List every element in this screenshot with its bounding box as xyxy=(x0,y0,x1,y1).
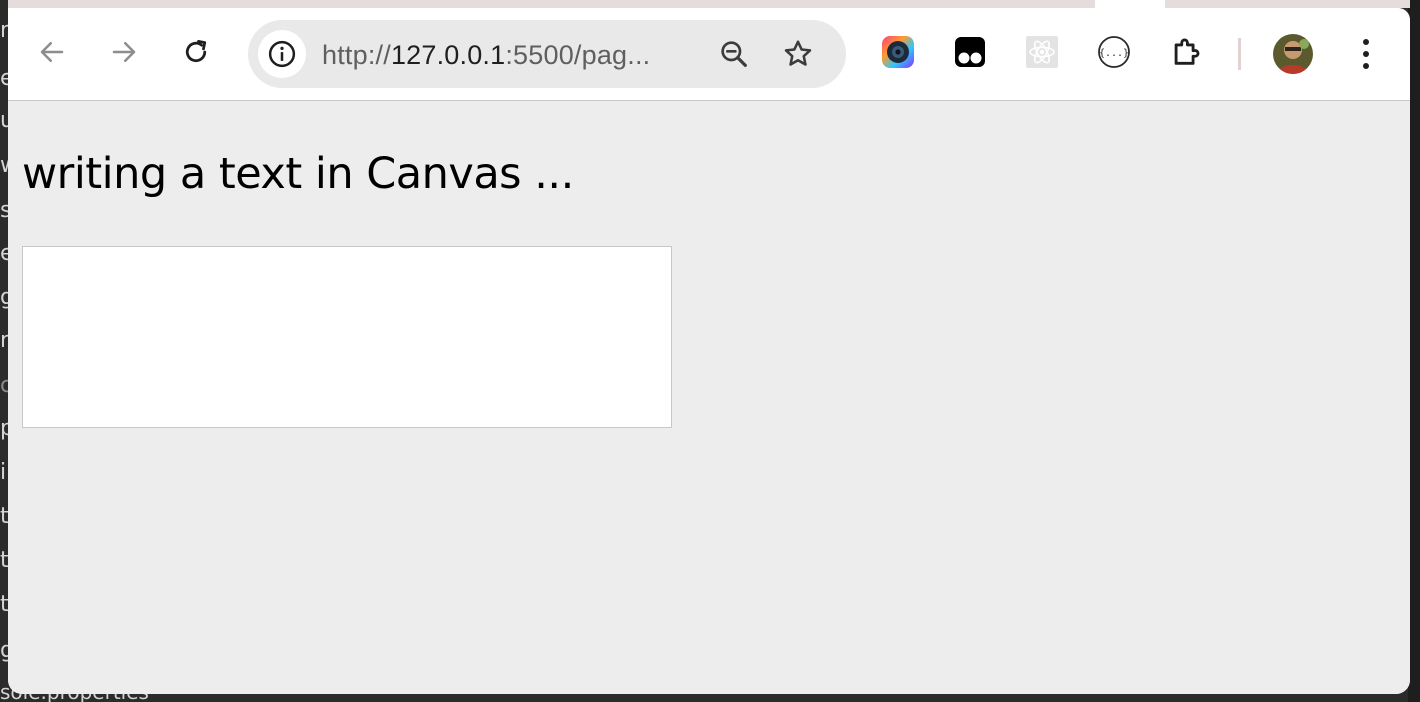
reload-icon xyxy=(185,40,207,63)
zoom-out-icon xyxy=(721,41,747,67)
bg-glyph: t xyxy=(0,550,8,572)
arrow-left-icon xyxy=(40,42,64,62)
extensions-button[interactable] xyxy=(1168,34,1204,70)
url-rest: :5500/pag... xyxy=(505,40,651,70)
bg-glyph: e xyxy=(0,243,8,265)
info-icon xyxy=(268,40,296,68)
bg-glyph: u xyxy=(0,110,8,132)
site-info-button[interactable] xyxy=(258,30,306,78)
profile-avatar-button[interactable] xyxy=(1273,34,1313,74)
page-content: writing a text in Canvas ... xyxy=(8,101,1410,694)
bg-glyph: ri xyxy=(0,330,8,352)
tampermonkey-button[interactable] xyxy=(952,34,988,70)
bg-glyph: p xyxy=(0,418,8,440)
bookmark-button[interactable] xyxy=(778,34,818,74)
zoom-button[interactable] xyxy=(714,34,754,74)
star-icon xyxy=(784,40,812,66)
text-canvas[interactable] xyxy=(22,246,672,428)
browser-menu-button[interactable] xyxy=(1348,34,1384,74)
back-button[interactable] xyxy=(30,30,74,74)
toolbar-divider xyxy=(1238,38,1241,70)
active-tab-edge[interactable] xyxy=(1095,0,1165,8)
react-devtools-button[interactable] xyxy=(1024,34,1060,70)
bg-glyph: t xyxy=(0,594,8,616)
address-bar[interactable]: http://127.0.0.1:5500/pag... xyxy=(248,20,846,88)
svg-text:{...}: {...} xyxy=(1099,48,1129,59)
bg-glyph: t xyxy=(0,506,8,528)
bg-glyph: m xyxy=(0,20,8,42)
bg-glyph: e xyxy=(0,68,8,90)
avatar-icon xyxy=(1273,34,1313,74)
arrow-right-icon xyxy=(112,42,136,62)
bg-glyph: s xyxy=(0,200,8,222)
reload-button[interactable] xyxy=(174,30,218,74)
bg-glyph: g xyxy=(0,287,8,309)
tab-strip xyxy=(8,0,1410,8)
bg-glyph: c xyxy=(0,375,8,397)
bg-glyph: g xyxy=(0,640,8,662)
more-vertical-icon xyxy=(1363,39,1369,69)
browser-toolbar: http://127.0.0.1:5500/pag... {...} xyxy=(8,8,1410,101)
json-formatter-button[interactable]: {...} xyxy=(1096,34,1132,70)
camera-extension-button[interactable] xyxy=(880,34,916,70)
tampermonkey-icon xyxy=(955,37,985,67)
url-text[interactable]: http://127.0.0.1:5500/pag... xyxy=(322,40,650,71)
browser-window: http://127.0.0.1:5500/pag... {...} writi… xyxy=(8,8,1410,694)
url-host: 127.0.0.1 xyxy=(390,40,506,70)
page-heading: writing a text in Canvas ... xyxy=(22,149,574,199)
bg-glyph: ir xyxy=(0,462,8,484)
forward-button[interactable] xyxy=(102,30,146,74)
json-formatter-icon: {...} xyxy=(1098,36,1130,68)
camera-extension-icon xyxy=(882,36,914,68)
react-devtools-icon xyxy=(1026,36,1058,68)
extensions-puzzle-icon xyxy=(1174,38,1200,65)
url-prefix: http:// xyxy=(322,40,391,70)
bg-glyph: w xyxy=(0,155,8,177)
